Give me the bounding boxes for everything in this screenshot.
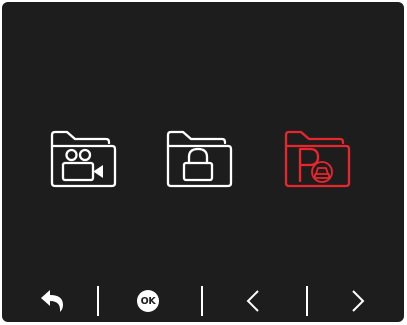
parking-car-icon (284, 130, 351, 188)
locked-folder[interactable] (162, 127, 234, 193)
back-button[interactable] (23, 280, 83, 322)
folder-row (2, 127, 404, 193)
video-camera-icon (50, 130, 117, 188)
return-arrow-icon (41, 290, 63, 312)
divider (306, 286, 308, 316)
parking-folder[interactable] (280, 127, 352, 193)
lock-icon (166, 130, 233, 188)
screen: OK (2, 2, 404, 322)
ok-button[interactable]: OK (118, 280, 178, 322)
divider (97, 286, 99, 316)
video-folder[interactable] (46, 127, 118, 193)
previous-button[interactable] (223, 280, 283, 322)
bottom-bar: OK (2, 280, 404, 322)
chevron-left-icon (246, 290, 259, 312)
divider (201, 286, 203, 316)
chevron-right-icon (352, 290, 365, 312)
ok-label: OK (137, 290, 159, 312)
next-button[interactable] (328, 280, 388, 322)
